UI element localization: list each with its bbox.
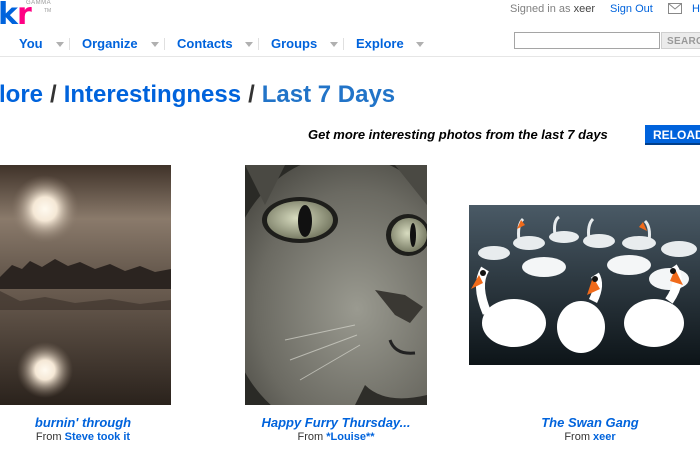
reload-button[interactable]: RELOAD [645,125,700,145]
chevron-down-icon[interactable] [56,42,64,47]
breadcrumb-interestingness[interactable]: Interestingness [64,81,241,108]
chevron-down-icon[interactable] [151,42,159,47]
nav-organize[interactable]: Organize [82,36,138,52]
page-title: Last 7 Days [261,81,396,108]
photo-title[interactable]: The Swan Gang [490,415,690,430]
nav-contacts[interactable]: Contacts [177,36,233,52]
photo-the-swan-gang[interactable] [469,205,700,365]
nav-divider [164,38,165,50]
photo-title[interactable]: Happy Furry Thursday... [236,415,436,430]
header-divider [0,56,700,57]
chevron-down-icon[interactable] [245,42,253,47]
photo-attribution: From Steve took it [35,431,131,443]
nav-groups[interactable]: Groups [271,36,317,52]
photo-burnin-through[interactable] [0,165,171,405]
signed-in-status: Signed in as xeer [510,3,596,15]
mail-icon[interactable] [668,3,682,14]
nav-divider [69,38,70,50]
nav-you[interactable]: You [19,36,43,52]
photo-owner-link[interactable]: *Louise** [326,431,374,443]
gamma-tag: GAMMA [26,0,52,6]
promo-text: Get more interesting photos from the las… [308,127,608,142]
photo-happy-furry-thursday[interactable] [245,165,427,405]
chevron-down-icon[interactable] [416,42,424,47]
signed-in-username: xeer [573,3,596,15]
photo-owner-link[interactable]: Steve took it [65,431,130,443]
photo-title[interactable]: burnin' through [0,415,183,430]
breadcrumb: lore / Interestingness / Last 7 Days [0,81,396,108]
photo-attribution: From xeer [564,431,616,443]
search-input[interactable] [514,32,660,49]
nav-divider [258,38,259,50]
chevron-down-icon[interactable] [330,42,338,47]
sign-out-link[interactable]: Sign Out [610,3,653,15]
trademark: TM [44,8,52,14]
photo-attribution: From *Louise** [297,431,375,443]
nav-explore[interactable]: Explore [356,36,404,52]
help-link[interactable]: H [692,3,700,15]
nav-divider [343,38,344,50]
breadcrumb-explore[interactable]: lore [0,81,43,108]
search-button[interactable]: SEARCH [661,32,700,49]
photo-owner-link[interactable]: xeer [593,431,616,443]
